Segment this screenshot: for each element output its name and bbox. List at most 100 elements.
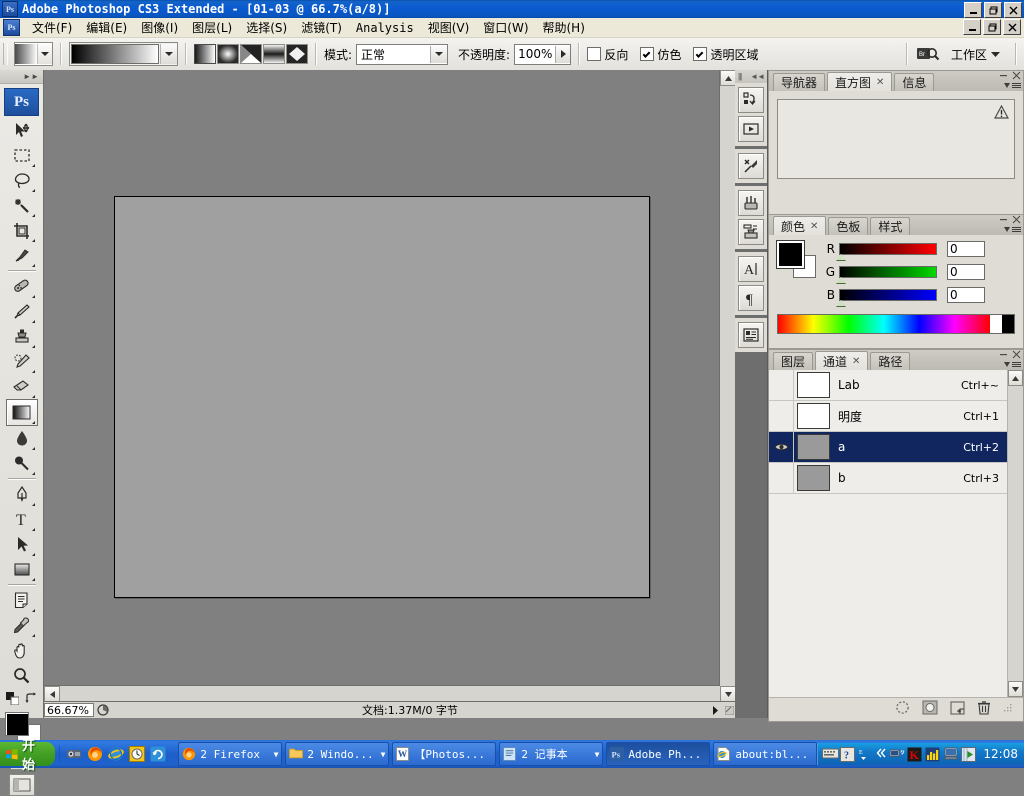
panel-menu-icon[interactable] [1012, 82, 1021, 88]
close-button[interactable] [1004, 2, 1022, 18]
zoom-tool[interactable] [7, 663, 37, 688]
eyedropper-tool[interactable] [7, 613, 37, 638]
gradient-preview[interactable] [71, 44, 159, 64]
keyboard-layout-icon[interactable] [822, 747, 840, 762]
blur-tool[interactable] [7, 426, 37, 451]
tab-color[interactable]: 颜色 ✕ [773, 216, 827, 235]
close-icon[interactable]: ✕ [876, 77, 884, 88]
notes-tool[interactable] [7, 588, 37, 613]
channel-list-scrollbar[interactable] [1007, 370, 1023, 697]
tab-histogram[interactable]: 直方图 ✕ [827, 72, 893, 91]
chevron-down-icon[interactable] [160, 44, 177, 64]
diamond-gradient-icon[interactable] [286, 44, 308, 64]
zoom-level-input[interactable]: 66.67% [44, 703, 94, 717]
move-tool[interactable] [7, 118, 37, 143]
tab-info[interactable]: 信息 [894, 73, 935, 91]
swap-colors-icon[interactable] [24, 692, 38, 708]
internet-explorer-icon[interactable] [108, 746, 125, 762]
paragraph-icon[interactable]: ¶ [738, 285, 764, 311]
create-new-channel-icon[interactable] [950, 700, 965, 718]
menu-file[interactable]: 文件(F) [25, 17, 79, 38]
red-value-input[interactable]: 0 [947, 241, 985, 257]
opacity-input[interactable]: 100% [514, 43, 572, 65]
histogram-display[interactable] [777, 99, 1015, 179]
dodge-tool[interactable] [7, 451, 37, 476]
firefox-icon[interactable] [87, 746, 103, 762]
help-icon[interactable]: ? [840, 746, 856, 762]
black-swatch[interactable] [1002, 315, 1014, 333]
taskbar-item-windows-explorer[interactable]: 2 Windo... ▼ [285, 742, 390, 766]
blue-value-input[interactable]: 0 [947, 287, 985, 303]
magic-wand-tool[interactable] [7, 193, 37, 218]
minimize-button[interactable] [964, 2, 982, 18]
close-icon[interactable]: ✕ [810, 221, 818, 232]
rectangular-marquee-tool[interactable] [7, 143, 37, 168]
scroll-up-button[interactable] [720, 70, 736, 86]
actions-icon[interactable] [738, 87, 764, 113]
character-icon[interactable]: A [738, 256, 764, 282]
play-icon[interactable] [738, 116, 764, 142]
canvas-vertical-scrollbar[interactable] [719, 70, 736, 702]
menu-analysis[interactable]: Analysis [349, 19, 421, 37]
tool-presets-icon[interactable] [738, 153, 764, 179]
doc-close-button[interactable] [1003, 19, 1021, 35]
linear-gradient-icon[interactable] [194, 44, 216, 64]
tab-styles[interactable]: 样式 [870, 217, 911, 235]
opacity-flyout-icon[interactable] [555, 45, 571, 63]
document-canvas-area[interactable]: 66.67% 文档:1.37M/0 字节 [44, 70, 736, 718]
slice-tool[interactable] [7, 243, 37, 268]
table-row[interactable]: 明度 Ctrl+1 [769, 401, 1023, 432]
warning-triangle-icon[interactable] [993, 104, 1010, 122]
toolbox-collapse-handle[interactable]: ►► [0, 70, 43, 84]
horizontal-type-tool[interactable]: T [7, 507, 37, 532]
ime-status-icon[interactable]: E [858, 747, 873, 762]
start-button[interactable]: 开始 [0, 739, 56, 773]
table-row[interactable]: a Ctrl+2 [769, 432, 1023, 463]
brush-tool[interactable] [7, 299, 37, 324]
menu-image[interactable]: 图像(I) [134, 17, 185, 38]
taskbar-item-firefox[interactable]: 2 Firefox ▼ [178, 742, 283, 766]
rectangle-shape-tool[interactable] [7, 557, 37, 582]
gradient-tool[interactable] [5, 399, 38, 426]
status-preview-icon[interactable] [94, 704, 112, 716]
restore-button[interactable] [984, 2, 1002, 18]
tab-layers[interactable]: 图层 [773, 352, 814, 370]
panel-menu-icon[interactable] [1012, 226, 1021, 232]
taskbar-item-about-blank[interactable]: about:bl... [713, 742, 818, 766]
clone-stamp-tool[interactable] [7, 324, 37, 349]
kaspersky-icon[interactable]: K [907, 747, 922, 762]
gradient-picker[interactable] [69, 42, 178, 66]
clone-source-icon[interactable] [738, 219, 764, 245]
green-value-input[interactable]: 0 [947, 264, 985, 280]
chevron-down-icon[interactable] [430, 45, 448, 63]
doc-minimize-button[interactable] [963, 19, 981, 35]
foreground-color-swatch[interactable] [4, 712, 29, 736]
media-player-icon[interactable] [66, 746, 82, 762]
hand-tool[interactable] [7, 638, 37, 663]
computer-icon[interactable] [943, 747, 960, 762]
foreground-color-swatch[interactable] [776, 240, 805, 269]
double-chevron-left-icon[interactable]: ◄◄ [750, 72, 765, 81]
default-colors-icon[interactable] [5, 692, 19, 708]
menu-window[interactable]: 窗口(W) [476, 17, 535, 38]
reverse-checkbox[interactable]: 反向 [587, 46, 628, 63]
red-slider-thumb[interactable] [836, 254, 846, 260]
history-brush-tool[interactable] [7, 349, 37, 374]
menu-view[interactable]: 视图(V) [421, 17, 477, 38]
channel-visibility-toggle[interactable] [769, 401, 794, 431]
channel-visibility-toggle[interactable] [769, 432, 794, 462]
load-channel-as-selection-icon[interactable] [895, 700, 910, 718]
table-row[interactable]: b Ctrl+3 [769, 463, 1023, 494]
brushes-icon[interactable] [738, 190, 764, 216]
status-resize-grip[interactable] [722, 705, 736, 715]
chevron-down-icon[interactable]: ▼ [381, 750, 386, 759]
tab-swatches[interactable]: 色板 [828, 217, 869, 235]
monitor-stats-icon[interactable] [925, 747, 940, 762]
workspace-chevron-icon[interactable] [991, 47, 1000, 61]
angle-gradient-icon[interactable] [240, 44, 262, 64]
crop-tool[interactable] [7, 218, 37, 243]
scroll-left-button[interactable] [44, 686, 60, 702]
path-selection-tool[interactable] [7, 532, 37, 557]
menu-select[interactable]: 选择(S) [239, 17, 294, 38]
dither-checkbox[interactable]: 仿色 [640, 46, 681, 63]
